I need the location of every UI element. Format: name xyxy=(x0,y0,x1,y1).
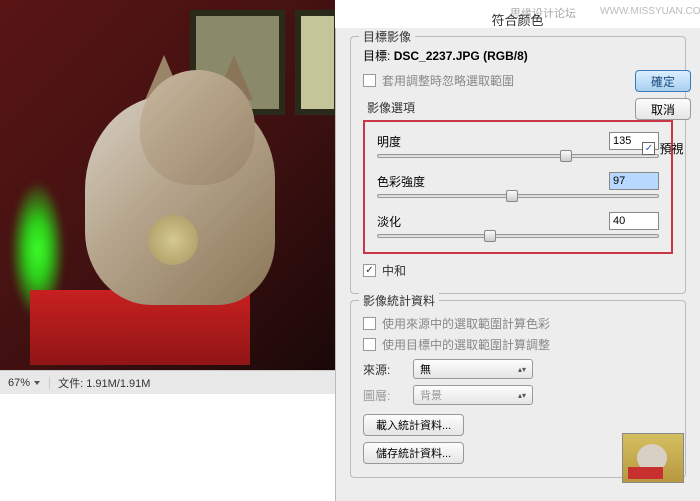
select-arrows-icon: ▴▾ xyxy=(518,365,526,374)
checkbox-icon xyxy=(642,142,655,155)
checkbox-icon xyxy=(363,317,376,330)
layer-row: 圖層: 背景▴▾ xyxy=(363,385,673,405)
fade-label: 淡化 xyxy=(377,213,401,230)
source-select[interactable]: 無▴▾ xyxy=(413,359,533,379)
brightness-slider[interactable] xyxy=(377,154,659,158)
checkbox-icon: ✓ xyxy=(363,264,376,277)
fade-input[interactable] xyxy=(609,212,659,230)
brightness-label: 明度 xyxy=(377,133,401,150)
source-label: 來源: xyxy=(363,361,405,378)
brightness-control: 明度 xyxy=(377,132,659,158)
ignore-selection-checkbox[interactable]: 套用調整時忽略選取範圍 xyxy=(363,72,673,89)
status-bar: 67% 文件: 1.91M/1.91M xyxy=(0,370,335,394)
intensity-slider[interactable] xyxy=(377,194,659,198)
cancel-button[interactable]: 取消 xyxy=(635,98,691,120)
dialog-title: 符合颜色 xyxy=(335,10,700,30)
section-title-stats: 影像統計資料 xyxy=(359,292,439,309)
ok-button[interactable]: 確定 xyxy=(635,70,691,92)
fade-control: 淡化 xyxy=(377,212,659,238)
use-target-selection-checkbox: 使用目標中的選取範圍計算調整 xyxy=(363,336,673,353)
source-thumbnail xyxy=(622,433,684,483)
section-title-options: 影像選項 xyxy=(363,99,673,116)
source-row: 來源: 無▴▾ xyxy=(363,359,673,379)
file-size-info: 文件: 1.91M/1.91M xyxy=(50,375,158,391)
dialog-buttons: 確定 取消 預視 xyxy=(634,70,692,157)
neutralize-checkbox[interactable]: ✓ 中和 xyxy=(363,262,673,279)
photo-content xyxy=(0,0,335,370)
match-color-dialog: 目標影像 目標: DSC_2237.JPG (RGB/8) 套用調整時忽略選取範… xyxy=(335,28,700,501)
image-canvas[interactable] xyxy=(0,0,335,370)
layer-select: 背景▴▾ xyxy=(413,385,533,405)
preview-checkbox[interactable]: 預視 xyxy=(642,140,683,157)
intensity-input[interactable] xyxy=(609,172,659,190)
load-stats-button[interactable]: 載入統計資料... xyxy=(363,414,464,436)
use-source-selection-checkbox: 使用來源中的選取範圍計算色彩 xyxy=(363,315,673,332)
chevron-down-icon xyxy=(33,379,41,387)
zoom-level[interactable]: 67% xyxy=(0,377,50,389)
highlighted-options: 明度 色彩強度 淡化 xyxy=(363,120,673,254)
fade-slider[interactable] xyxy=(377,234,659,238)
checkbox-icon xyxy=(363,74,376,87)
select-arrows-icon: ▴▾ xyxy=(518,391,526,400)
target-info: 目標: DSC_2237.JPG (RGB/8) xyxy=(363,47,673,64)
save-stats-button[interactable]: 儲存統計資料... xyxy=(363,442,464,464)
layer-label: 圖層: xyxy=(363,387,405,404)
intensity-label: 色彩強度 xyxy=(377,173,425,190)
section-title-target: 目標影像 xyxy=(359,28,415,45)
checkbox-icon xyxy=(363,338,376,351)
intensity-control: 色彩強度 xyxy=(377,172,659,198)
